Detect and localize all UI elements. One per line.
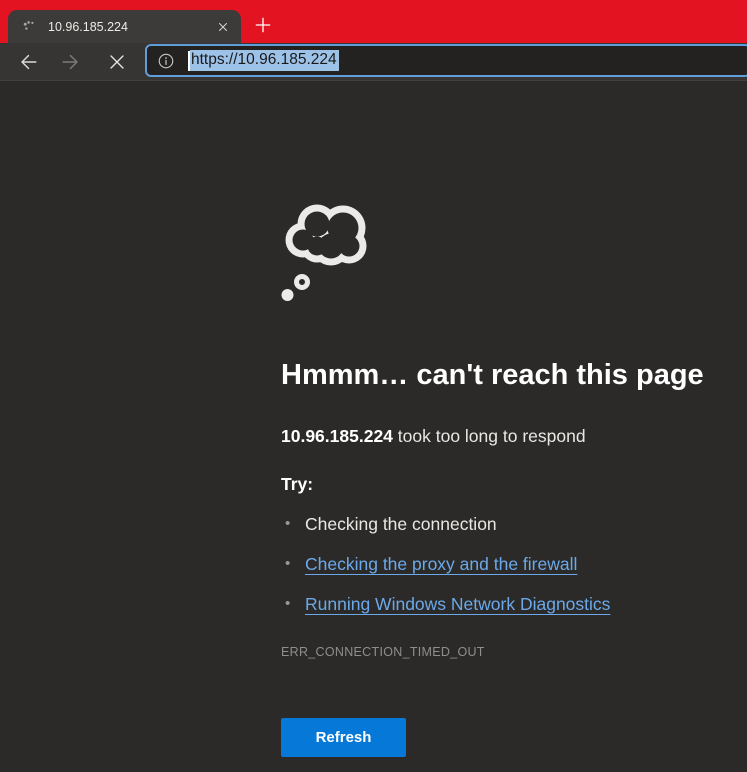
stop-button[interactable] bbox=[102, 49, 132, 75]
forward-arrow-icon bbox=[60, 51, 82, 73]
browser-tab[interactable]: 10.96.185.224 bbox=[8, 10, 241, 43]
error-host: 10.96.185.224 bbox=[281, 426, 393, 446]
url-selected-text: https://10.96.185.224 bbox=[190, 50, 339, 71]
suggestion-text: Checking the connection bbox=[305, 514, 497, 534]
tab-title: 10.96.185.224 bbox=[48, 20, 213, 34]
forward-button[interactable] bbox=[56, 49, 86, 75]
close-icon bbox=[216, 20, 230, 34]
tab-strip: 10.96.185.224 bbox=[0, 0, 747, 43]
url-input[interactable]: https://10.96.185.224 bbox=[188, 50, 339, 71]
new-tab-button[interactable] bbox=[251, 13, 275, 37]
back-arrow-icon bbox=[17, 51, 39, 73]
error-subtitle-text: took too long to respond bbox=[393, 426, 586, 446]
page-content: Hmmm… can't reach this page 10.96.185.22… bbox=[0, 82, 747, 772]
suggestion-item: Running Windows Network Diagnostics bbox=[281, 592, 721, 616]
loading-spinner-icon bbox=[22, 19, 38, 35]
suggestion-item: Checking the proxy and the firewall bbox=[281, 552, 721, 576]
refresh-button[interactable]: Refresh bbox=[281, 718, 406, 757]
error-page: Hmmm… can't reach this page 10.96.185.22… bbox=[281, 82, 721, 757]
site-info-icon[interactable] bbox=[157, 52, 175, 70]
plus-icon bbox=[253, 15, 273, 35]
error-code: ERR_CONNECTION_TIMED_OUT bbox=[281, 645, 721, 659]
suggestion-item: Checking the connection bbox=[281, 512, 721, 536]
stop-x-icon bbox=[106, 51, 128, 73]
browser-window: 10.96.185.224 bbox=[0, 0, 747, 772]
try-label: Try: bbox=[281, 472, 721, 496]
network-diagnostics-link[interactable]: Running Windows Network Diagnostics bbox=[305, 594, 610, 614]
back-button[interactable] bbox=[13, 49, 43, 75]
browser-toolbar: https://10.96.185.224 bbox=[0, 43, 747, 81]
proxy-firewall-link[interactable]: Checking the proxy and the firewall bbox=[305, 554, 577, 574]
tab-close-button[interactable] bbox=[213, 17, 233, 37]
thought-cloud-icon bbox=[281, 198, 373, 302]
error-subtitle: 10.96.185.224 took too long to respond bbox=[281, 424, 721, 448]
suggestion-list: Checking the connection Checking the pro… bbox=[281, 512, 721, 616]
error-title: Hmmm… can't reach this page bbox=[281, 357, 721, 393]
address-bar[interactable]: https://10.96.185.224 bbox=[145, 44, 747, 77]
